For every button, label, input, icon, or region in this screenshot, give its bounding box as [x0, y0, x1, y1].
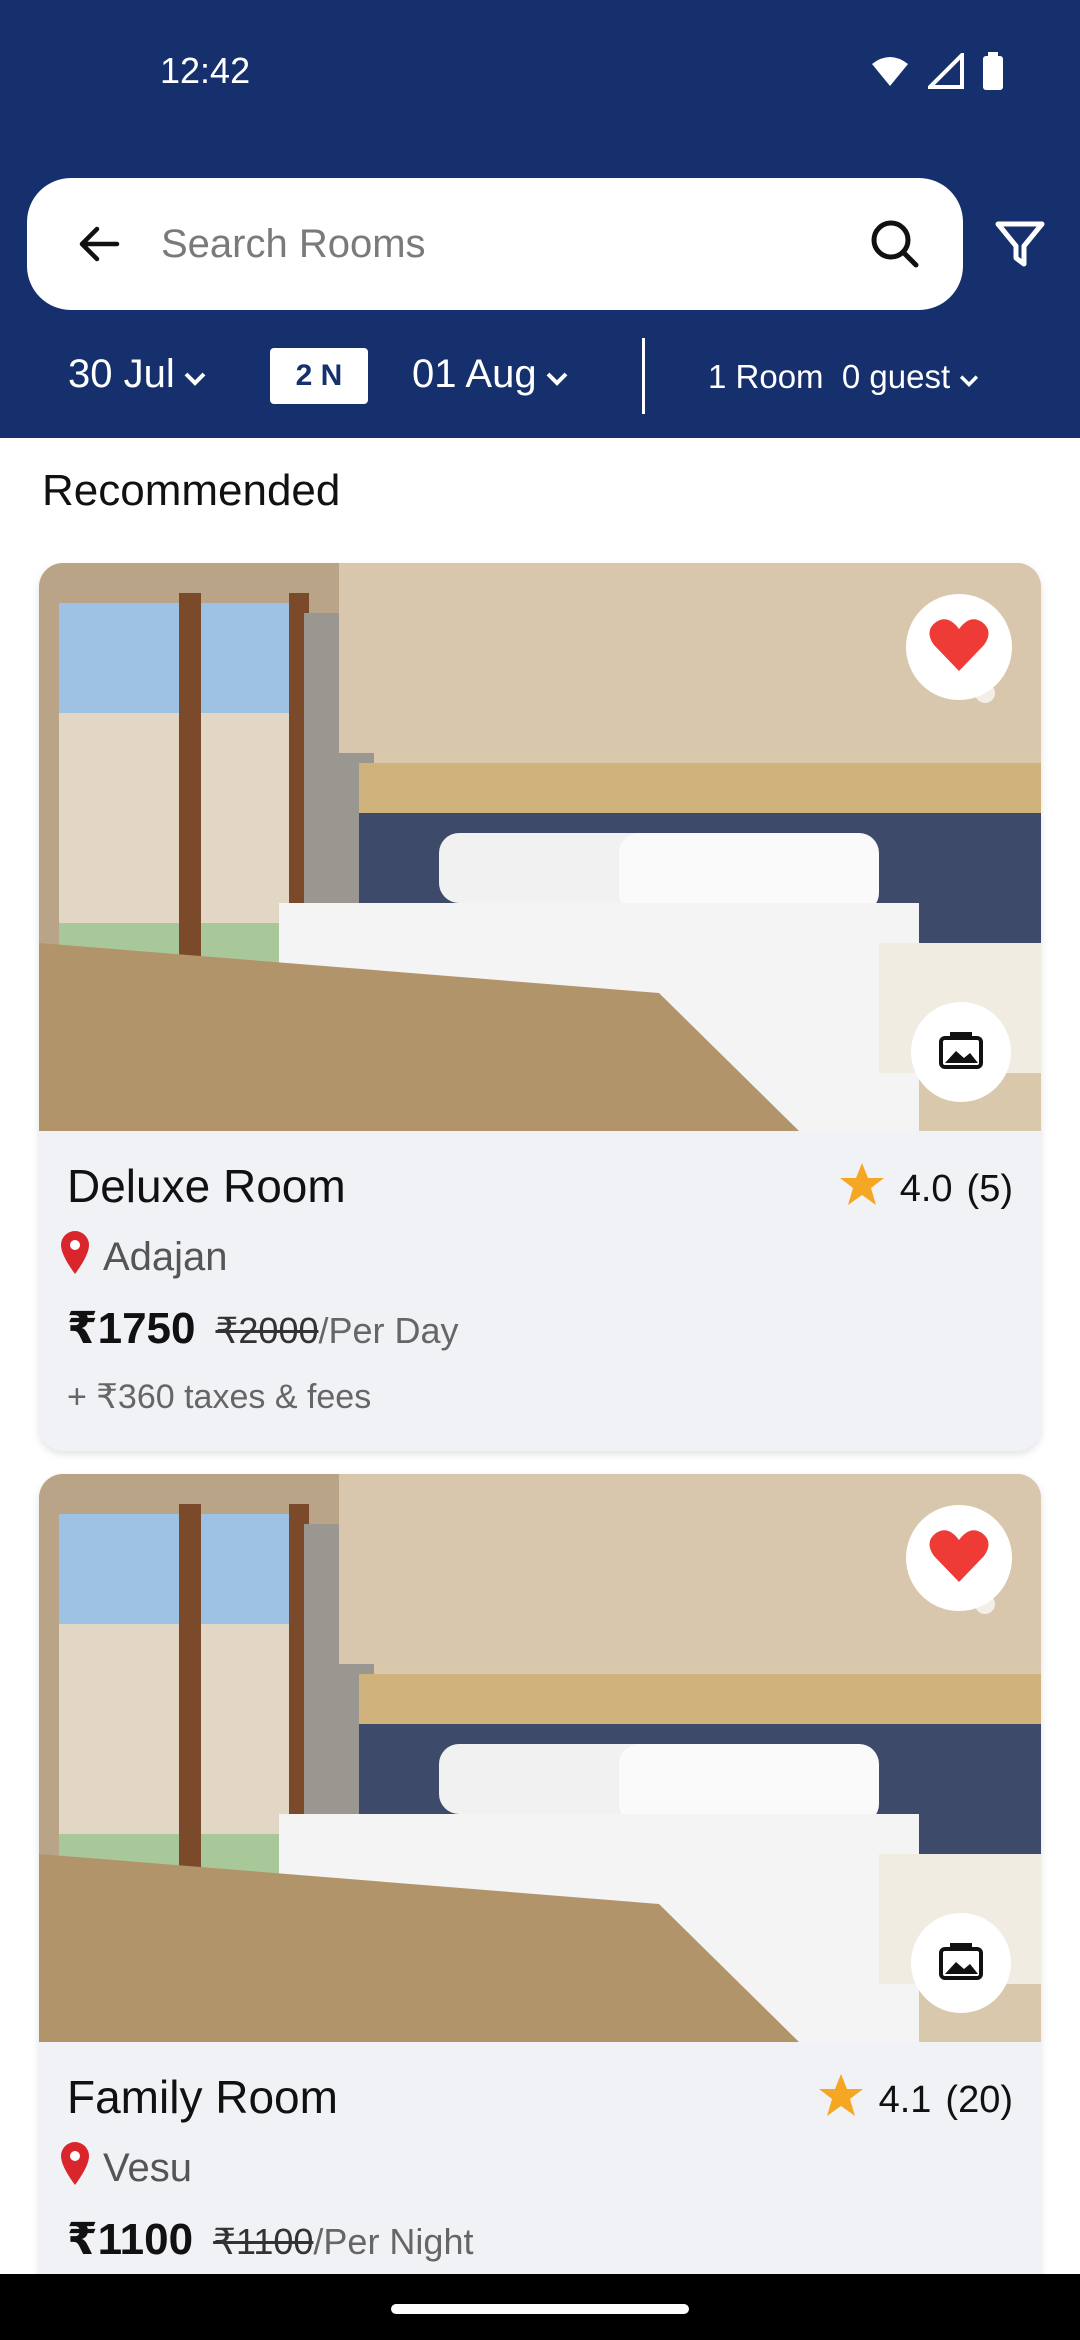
- original-price: ₹1100: [213, 2221, 314, 2262]
- room-name: Deluxe Room: [67, 1160, 346, 1212]
- room-photo[interactable]: [39, 563, 1041, 1131]
- search-input[interactable]: Search Rooms: [161, 222, 426, 267]
- chevron-down-icon: [958, 358, 980, 396]
- price-unit: /Per Night: [313, 2221, 474, 2262]
- date-selector-row: 30 Jul 2 N 01 Aug 1 Room 0 guest: [0, 330, 1080, 420]
- taxes-fees: + ₹360 taxes & fees: [67, 1378, 372, 1416]
- section-title: Recommended: [42, 466, 341, 515]
- check-out-date: 01 Aug: [412, 352, 537, 396]
- top-header: 12:42 Search Rooms 30 Jul 2 N 01 Aug 1 R…: [0, 0, 1080, 438]
- review-count: (5): [966, 1167, 1013, 1210]
- location-pin-icon: [59, 2140, 91, 2196]
- gallery-button[interactable]: [911, 1002, 1011, 1102]
- price-row: ₹1750 ₹2000 /Per Day: [67, 1303, 459, 1354]
- rooms-guests-selector[interactable]: 1 Room 0 guest: [708, 358, 980, 396]
- system-navigation-bar: [0, 2274, 1080, 2340]
- location-pin-icon: [59, 1229, 91, 1285]
- check-in-selector[interactable]: 30 Jul: [68, 352, 207, 397]
- status-icons: [870, 50, 1004, 95]
- rating: 4.1 (20): [817, 2072, 1013, 2128]
- check-in-date: 30 Jul: [68, 352, 175, 396]
- location-name: Adajan: [103, 1234, 228, 1279]
- rating: 4.0 (5): [838, 1161, 1013, 1217]
- room-card[interactable]: Deluxe Room 4.0 (5) Adajan ₹1750 ₹2000 /…: [39, 563, 1041, 1451]
- battery-icon: [982, 52, 1004, 95]
- nights-badge: 2 N: [270, 348, 368, 404]
- status-time: 12:42: [160, 50, 251, 91]
- search-icon[interactable]: [863, 212, 927, 276]
- heart-icon: [928, 617, 990, 678]
- rating-value: 4.1: [878, 2078, 932, 2121]
- original-price: ₹2000: [215, 1310, 319, 1351]
- signal-icon: [925, 50, 964, 94]
- gallery-icon: [938, 1030, 984, 1075]
- search-bar[interactable]: Search Rooms: [27, 178, 963, 310]
- wifi-icon: [870, 54, 910, 93]
- price-unit: /Per Day: [318, 1310, 459, 1351]
- rooms-guests-label: 1 Room 0 guest: [708, 358, 951, 395]
- rating-value: 4.0: [899, 1167, 953, 1210]
- review-count: (20): [945, 2078, 1013, 2121]
- location-name: Vesu: [103, 2145, 192, 2190]
- current-price: ₹1100: [67, 2215, 194, 2264]
- status-bar: 12:42: [0, 0, 1080, 140]
- room-card[interactable]: Family Room 4.1 (20) Vesu ₹1100 ₹1100 /P…: [39, 1474, 1041, 2340]
- gallery-icon: [938, 1941, 984, 1986]
- star-icon: [817, 2072, 865, 2128]
- room-photo[interactable]: [39, 1474, 1041, 2042]
- chevron-down-icon: [183, 352, 207, 397]
- current-price: ₹1750: [67, 1304, 196, 1353]
- home-gesture-handle[interactable]: [391, 2304, 689, 2314]
- chevron-down-icon: [545, 352, 569, 397]
- price-row: ₹1100 ₹1100 /Per Night: [67, 2214, 473, 2265]
- filter-icon[interactable]: [984, 208, 1056, 280]
- favorite-button[interactable]: [906, 1505, 1012, 1611]
- divider: [642, 338, 645, 414]
- room-name: Family Room: [67, 2071, 338, 2123]
- location: Adajan: [59, 1229, 228, 1285]
- check-out-selector[interactable]: 01 Aug: [412, 352, 569, 397]
- gallery-button[interactable]: [911, 1913, 1011, 2013]
- star-icon: [838, 1161, 886, 1217]
- heart-icon: [928, 1528, 990, 1589]
- favorite-button[interactable]: [906, 594, 1012, 700]
- location: Vesu: [59, 2140, 192, 2196]
- arrow-left-icon[interactable]: [67, 212, 131, 276]
